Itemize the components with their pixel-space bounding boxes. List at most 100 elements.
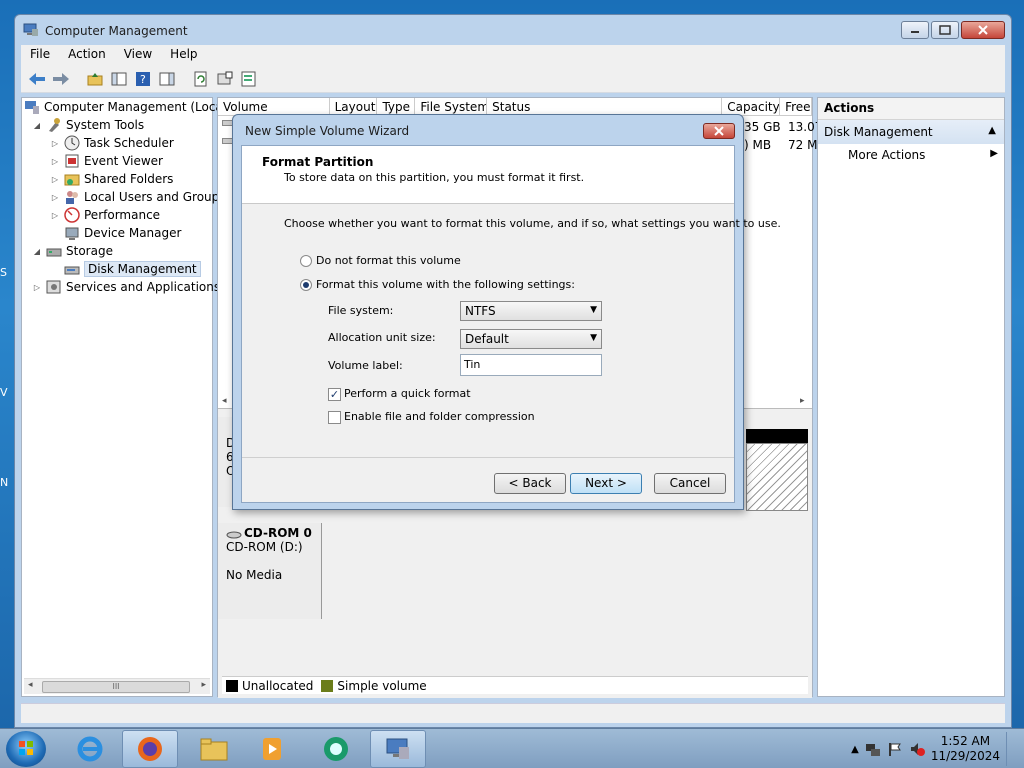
actions-section-disk-management[interactable]: Disk Management ▲	[818, 120, 1004, 144]
tree-item-shared-folders[interactable]: ▷ Shared Folders	[50, 170, 173, 188]
tree-item-local-users[interactable]: ▷ Local Users and Groups	[50, 188, 226, 206]
refresh-button[interactable]	[191, 69, 211, 89]
show-hide-console-tree-button[interactable]	[109, 69, 129, 89]
expand-arrow-icon[interactable]: ▷	[50, 193, 60, 202]
col-status[interactable]: Status	[487, 98, 723, 115]
legend: Unallocated Simple volume	[222, 676, 808, 694]
firefox-icon	[138, 737, 162, 761]
volume-free: 72 M	[788, 138, 818, 152]
col-free[interactable]: Free	[780, 98, 812, 115]
cdrom-icon	[226, 531, 242, 539]
expand-arrow-icon[interactable]: ▷	[32, 283, 42, 292]
radio-do-not-format-label[interactable]: Do not format this volume	[316, 254, 461, 267]
dialog-close-button[interactable]	[703, 123, 735, 139]
col-type[interactable]: Type	[377, 98, 416, 115]
cdrom-0-box[interactable]: CD-ROM 0 CD-ROM (D:) No Media	[218, 523, 322, 619]
close-icon	[978, 25, 988, 35]
file-system-dropdown[interactable]: NTFS ▼	[460, 301, 602, 321]
dialog-title: New Simple Volume Wizard	[245, 124, 410, 138]
col-capacity[interactable]: Capacity	[722, 98, 781, 115]
start-button[interactable]	[6, 731, 46, 767]
tree-item-performance[interactable]: ▷ Performance	[50, 206, 160, 224]
quick-format-label[interactable]: Perform a quick format	[344, 387, 471, 400]
expand-arrow-icon[interactable]: ▷	[50, 211, 60, 220]
up-folder-button[interactable]	[85, 69, 105, 89]
back-button[interactable]: < Back	[494, 473, 566, 494]
allocation-unit-dropdown[interactable]: Default ▼	[460, 329, 602, 349]
close-button[interactable]	[961, 21, 1005, 39]
volume-label-input[interactable]: Tin	[460, 354, 602, 376]
tree-item-services-applications[interactable]: ▷ Services and Applications	[32, 278, 220, 296]
menu-view[interactable]: View	[115, 45, 161, 65]
help-button[interactable]: ?	[133, 69, 153, 89]
minimize-button[interactable]	[901, 21, 929, 39]
maximize-button[interactable]	[931, 21, 959, 39]
taskbar-computer-management[interactable]	[370, 730, 426, 768]
more-actions-label: More Actions	[848, 148, 926, 162]
scroll-right-icon[interactable]: ▸	[800, 396, 805, 406]
folder-up-icon	[87, 72, 103, 85]
performance-icon	[64, 207, 80, 223]
scrollbar-thumb[interactable]: III	[42, 681, 190, 693]
tree-item-storage[interactable]: ◢ Storage	[32, 242, 113, 260]
expand-arrow-icon[interactable]: ▷	[50, 175, 60, 184]
collapse-arrow-icon[interactable]: ◢	[32, 121, 42, 130]
compression-checkbox[interactable]	[328, 411, 341, 424]
show-hidden-icons-icon[interactable]: ▲	[851, 744, 859, 755]
unallocated-partition[interactable]	[746, 443, 808, 511]
tree-horizontal-scrollbar[interactable]: ◂ III ▸	[24, 678, 210, 694]
scroll-left-icon[interactable]: ◂	[222, 396, 227, 406]
compression-label[interactable]: Enable file and folder compression	[344, 410, 535, 423]
allocation-unit-value: Default	[465, 332, 509, 346]
tree-item-root[interactable]: Computer Management (Local	[24, 98, 226, 116]
next-button[interactable]: Next >	[570, 473, 642, 494]
taskbar-media-player[interactable]	[244, 730, 300, 768]
users-icon	[64, 189, 80, 205]
clock-date: 11/29/2024	[930, 749, 1000, 763]
scroll-right-icon[interactable]: ▸	[201, 680, 206, 690]
expand-arrow-icon[interactable]: ▷	[50, 157, 60, 166]
taskbar-file-explorer[interactable]	[186, 730, 242, 768]
collapse-up-icon[interactable]: ▲	[988, 125, 996, 136]
col-file-system[interactable]: File System	[415, 98, 488, 115]
tree-item-disk-management[interactable]: Disk Management	[64, 260, 201, 278]
volume-muted-icon[interactable]	[909, 741, 925, 757]
action-center-flag-icon[interactable]	[887, 741, 903, 757]
cancel-button[interactable]: Cancel	[654, 473, 726, 494]
forward-button[interactable]	[51, 69, 71, 89]
menu-action[interactable]: Action	[59, 45, 115, 65]
menu-help[interactable]: Help	[161, 45, 206, 65]
shared-folder-icon	[64, 171, 80, 187]
title-bar[interactable]: Computer Management	[15, 15, 1011, 45]
export-button[interactable]	[239, 69, 259, 89]
collapse-arrow-icon[interactable]: ◢	[32, 247, 42, 256]
scroll-left-icon[interactable]: ◂	[28, 680, 33, 690]
tree-item-task-scheduler[interactable]: ▷ Task Scheduler	[50, 134, 174, 152]
tree-item-event-viewer[interactable]: ▷ Event Viewer	[50, 152, 163, 170]
col-volume[interactable]: Volume	[218, 98, 330, 115]
cdrom-type: CD-ROM (D:)	[226, 540, 303, 554]
menu-file[interactable]: File	[21, 45, 59, 65]
radio-do-not-format[interactable]	[300, 255, 312, 267]
tree-label: Event Viewer	[84, 154, 163, 168]
radio-format-volume-label[interactable]: Format this volume with the following se…	[316, 278, 575, 291]
expand-arrow-icon[interactable]: ▷	[50, 139, 60, 148]
more-actions[interactable]: More Actions ▶	[818, 144, 1004, 166]
tree-item-device-manager[interactable]: Device Manager	[64, 224, 181, 242]
quick-format-checkbox[interactable]: ✓	[328, 388, 341, 401]
back-button[interactable]	[27, 69, 47, 89]
show-desktop-button[interactable]	[1006, 732, 1016, 766]
radio-format-volume[interactable]	[300, 279, 312, 291]
tree-item-system-tools[interactable]: ◢ System Tools	[32, 116, 144, 134]
taskbar-app-green[interactable]	[308, 730, 364, 768]
legend-swatch-unallocated	[226, 679, 238, 692]
taskbar-internet-explorer[interactable]	[62, 730, 118, 768]
clock[interactable]: 1:52 AM 11/29/2024	[931, 734, 1000, 764]
network-icon[interactable]	[865, 741, 881, 757]
properties-button[interactable]	[215, 69, 235, 89]
status-bar	[21, 703, 1005, 723]
taskbar-firefox[interactable]	[122, 730, 178, 768]
clock-time: 1:52 AM	[940, 734, 991, 748]
col-layout[interactable]: Layout	[330, 98, 378, 115]
show-hide-action-pane-button[interactable]	[157, 69, 177, 89]
